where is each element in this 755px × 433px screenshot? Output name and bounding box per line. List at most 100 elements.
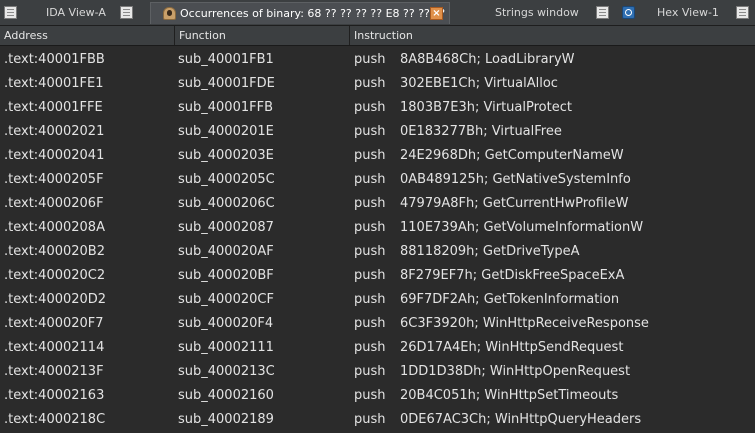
function-cell: sub_400020BF [178,268,274,283]
table-row[interactable]: .text:4000206F sub_4000206C push 47979A8Fh;… [0,192,755,216]
operand-cell: 20B4C051h; WinHttpSetTimeouts [400,388,619,403]
address-cell: .text:40001FE1 [4,76,104,91]
tab-label: Strings window [495,6,579,19]
address-cell: .text:40002021 [4,124,105,139]
mnemonic-cell: push [354,196,386,211]
address-cell: .text:40001FBB [4,52,105,67]
table-row[interactable]: .text:400020B2 sub_400020AF push 88118209h;… [0,240,755,264]
address-cell: .text:40001FFE [4,100,103,115]
operand-cell: 1803B7E3h; VirtualProtect [400,100,572,115]
function-cell: sub_40002111 [178,340,274,355]
grid-icon [596,6,609,19]
address-cell: .text:400020C2 [4,268,106,283]
mnemonic-cell: push [354,52,386,67]
mnemonic-cell: push [354,244,386,259]
function-cell: sub_40001FFB [178,100,273,115]
table-row[interactable]: .text:40001FE1 sub_40001FDE push 302EBE1Ch;… [0,72,755,96]
column-header-function[interactable]: Function [175,26,350,45]
tab-strings-window[interactable]: Strings window [462,2,612,24]
column-header-instruction[interactable]: Instruction [350,26,755,45]
address-cell: .text:4000213F [4,364,104,379]
operand-cell: 1DD1D38Dh; WinHttpOpenRequest [400,364,631,379]
function-cell: sub_4000203E [178,148,274,163]
mnemonic-cell: push [354,124,386,139]
close-icon[interactable]: × [430,7,443,20]
table-row[interactable]: .text:40002021 sub_4000201E push 0E183277Bh… [0,120,755,144]
address-cell: .text:40002041 [4,148,105,163]
function-cell: sub_4000206C [178,196,275,211]
hex-view-icon [622,6,635,19]
column-headers: Address Function Instruction [0,26,755,46]
table-row[interactable]: .text:4000208A sub_40002087 push 110E739Ah;… [0,216,755,240]
address-cell: .text:4000218C [4,412,106,427]
tab-label: IDA View-A [46,6,106,19]
table-row[interactable]: .text:400020F7 sub_400020F4 push 6C3F3920h;… [0,312,755,336]
function-cell: sub_400020CF [178,292,274,307]
tab-bar: IDA View-A Occurrences of binary: 68 ?? … [0,0,755,26]
mnemonic-cell: push [354,100,386,115]
address-cell: .text:4000206F [4,196,104,211]
operand-cell: 88118209h; GetDriveTypeA [400,244,580,259]
mnemonic-cell: push [354,340,386,355]
function-cell: sub_4000213C [178,364,275,379]
table-row[interactable]: .text:4000218C sub_40002189 push 0DE67AC3Ch… [0,408,755,432]
function-cell: sub_400020F4 [178,316,274,331]
address-cell: .text:40002163 [4,388,105,403]
table-row[interactable]: .text:40001FBB sub_40001FB1 push 8A8B468Ch;… [0,48,755,72]
address-cell: .text:4000208A [4,220,105,235]
operand-cell: 110E739Ah; GetVolumeInformationW [400,220,644,235]
operand-cell: 26D17A4Eh; WinHttpSendRequest [400,340,624,355]
mnemonic-cell: push [354,220,386,235]
function-cell: sub_4000205C [178,172,275,187]
column-header-address[interactable]: Address [0,26,175,45]
tab-ida-view-a[interactable]: IDA View-A [0,2,140,24]
function-cell: sub_40002087 [178,220,274,235]
function-cell: sub_40002189 [178,412,274,427]
mnemonic-cell: push [354,76,386,91]
operand-cell: 8F279EF7h; GetDiskFreeSpaceExA [400,268,625,283]
operand-cell: 47979A8Fh; GetCurrentHwProfileW [400,196,629,211]
operand-cell: 24E2968Dh; GetComputerNameW [400,148,624,163]
operand-cell: 302EBE1Ch; VirtualAlloc [400,76,558,91]
function-cell: sub_40001FB1 [178,52,274,67]
operand-cell: 0DE67AC3Ch; WinHttpQueryHeaders [400,412,642,427]
tab-label: Hex View-1 [657,6,719,19]
table-row[interactable]: .text:40002114 sub_40002111 push 26D17A4Eh;… [0,336,755,360]
table-row[interactable]: .text:40002041 sub_4000203E push 24E2968Dh;… [0,144,755,168]
address-cell: .text:400020D2 [4,292,107,307]
table-row[interactable]: .text:40002163 sub_40002160 push 20B4C051h;… [0,384,755,408]
mnemonic-cell: push [354,268,386,283]
binary-search-icon [163,7,176,20]
mnemonic-cell: push [354,292,386,307]
function-cell: sub_4000201E [178,124,274,139]
table-row[interactable]: .text:40001FFE sub_40001FFB push 1803B7E3h;… [0,96,755,120]
occurrences-list: .text:40001FBB sub_40001FB1 push 8A8B468Ch;… [0,48,755,433]
operand-cell: 6C3F3920h; WinHttpReceiveResponse [400,316,649,331]
mnemonic-cell: push [354,388,386,403]
function-cell: sub_400020AF [178,244,274,259]
table-row[interactable]: .text:400020C2 sub_400020BF push 8F279EF7h;… [0,264,755,288]
grid-icon [120,6,133,19]
operand-cell: 0AB489125h; GetNativeSystemInfo [400,172,631,187]
tab-occurrences-binary[interactable]: Occurrences of binary: 68 ?? ?? ?? ?? E8… [150,2,450,24]
mnemonic-cell: push [354,412,386,427]
address-cell: .text:40002114 [4,340,105,355]
tab-label: Occurrences of binary: 68 ?? ?? ?? ?? E8… [180,7,450,20]
table-row[interactable]: .text:400020D2 sub_400020CF push 69F7DF2Ah;… [0,288,755,312]
function-cell: sub_40001FDE [178,76,275,91]
address-cell: .text:400020B2 [4,244,105,259]
operand-cell: 0E183277Bh; VirtualFree [400,124,562,139]
grid-icon [736,6,749,19]
mnemonic-cell: push [354,172,386,187]
mnemonic-cell: push [354,364,386,379]
table-row[interactable]: .text:4000213F sub_4000213C push 1DD1D38Dh;… [0,360,755,384]
mnemonic-cell: push [354,316,386,331]
occurrences-window: IDA View-A Occurrences of binary: 68 ?? … [0,0,755,433]
address-cell: .text:400020F7 [4,316,104,331]
tab-hex-view-1[interactable]: Hex View-1 [618,2,755,24]
operand-cell: 69F7DF2Ah; GetTokenInformation [400,292,620,307]
operand-cell: 8A8B468Ch; LoadLibraryW [400,52,575,67]
function-cell: sub_40002160 [178,388,274,403]
table-row[interactable]: .text:4000205F sub_4000205C push 0AB489125h… [0,168,755,192]
address-cell: .text:4000205F [4,172,104,187]
